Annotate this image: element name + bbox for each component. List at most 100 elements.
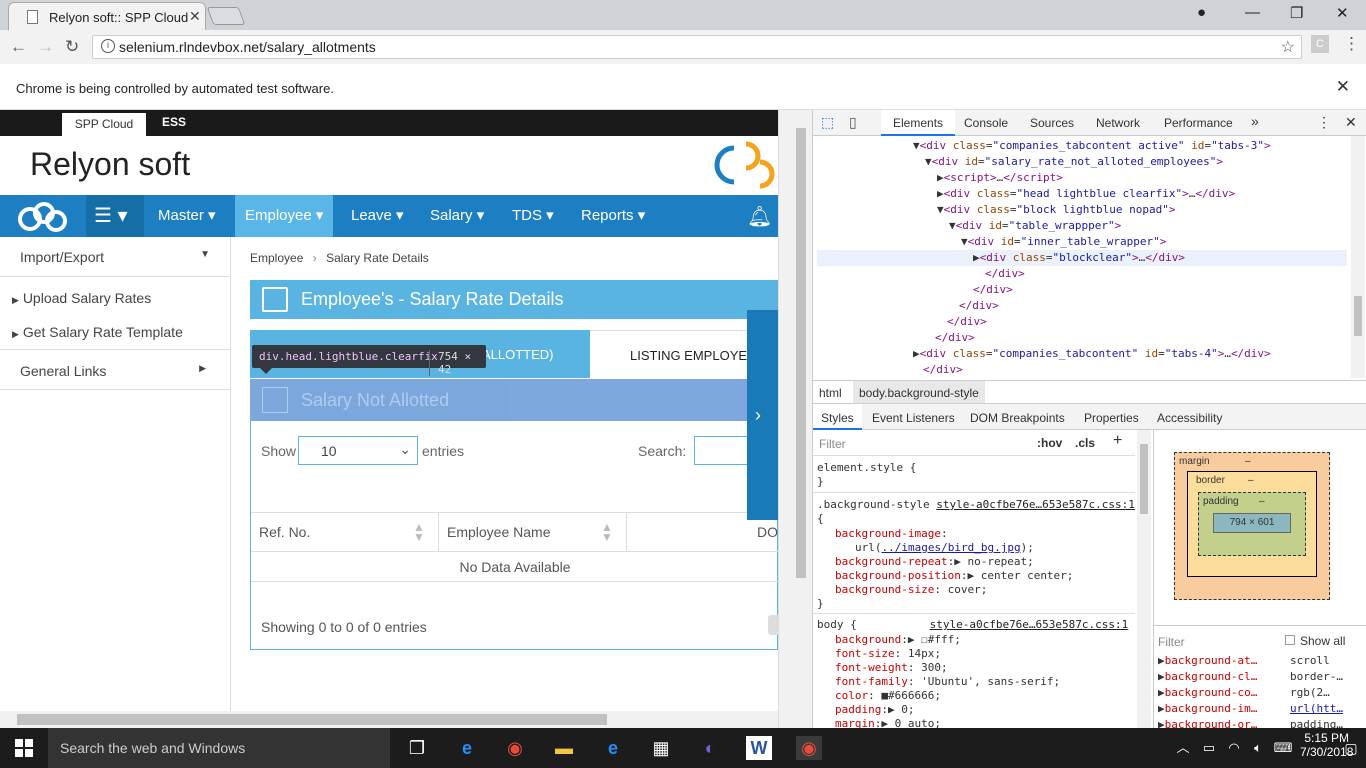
box-content[interactable]: 794 × 601 [1213,513,1291,533]
store-icon[interactable]: ▦ [648,736,674,760]
side-panel-toggle[interactable]: › [747,310,778,520]
computed-row[interactable]: ▶background-at… [1158,654,1257,668]
windows-start-icon[interactable] [15,739,33,757]
column-ref-no[interactable]: Ref. No. ▲ ▼ [251,513,439,551]
info-icon[interactable]: i [101,39,115,53]
subtab-styles[interactable]: Styles [813,404,862,430]
page-vertical-scrollbar[interactable] [778,110,812,728]
spp-cloud-tab[interactable]: SPP Cloud [62,113,146,136]
sidebar-item-get-salary-rate-template[interactable]: ▶ Get Salary Rate Template [12,324,243,340]
tree-node[interactable]: ▶<script>…</script> [937,170,1063,186]
wifi-icon[interactable]: ◠ [1221,736,1247,760]
scroll-thumb[interactable] [17,714,607,725]
hamburger-menu-icon[interactable]: ☰ ▾ [86,195,144,237]
tab-network[interactable]: Network [1096,116,1140,130]
restore-icon[interactable]: ❐ [1290,4,1303,22]
battery-icon[interactable]: ▭ [1196,736,1222,760]
scroll-thumb[interactable] [796,128,806,578]
back-arrow-icon[interactable]: ← [10,37,27,57]
more-tabs-icon[interactable]: » [1251,113,1259,129]
box-border[interactable]: border – padding – 794 × 601 [1187,471,1317,577]
file-explorer-icon[interactable]: ▬ [551,736,577,760]
edge-icon[interactable]: e [454,736,480,760]
sidebar-item-upload-salary-rates[interactable]: ▶ Upload Salary Rates [12,290,243,306]
style-decl[interactable]: font-weight: 300; [835,661,948,675]
tab-performance[interactable]: Performance [1164,116,1233,130]
taskbar-search[interactable]: Search the web and Windows [48,728,390,768]
profile-icon[interactable]: ● [1197,4,1206,21]
subtab-properties[interactable]: Properties [1084,411,1139,425]
subtab-accessibility[interactable]: Accessibility [1157,411,1222,425]
bell-icon[interactable]: 🔔︎ [747,204,772,229]
subtab-event-listeners[interactable]: Event Listeners [872,411,955,425]
computed-row[interactable]: ▶background-cl… [1158,670,1257,684]
nav-reports[interactable]: Reports ▾ [571,195,655,237]
style-decl[interactable]: url(../images/bird_bg.jpg); [855,541,1034,555]
menu-dots-icon[interactable]: ⋮ [1343,34,1360,54]
task-view-icon[interactable]: ❐ [404,736,430,760]
style-decl[interactable]: background-repeat:▶ no-repeat; [835,555,1034,569]
close-devtools-icon[interactable]: ✕ [1345,114,1357,131]
device-toggle-icon[interactable]: ▯ [849,114,857,131]
search-input[interactable] [694,436,754,465]
subtab-dom-breakpoints[interactable]: DOM Breakpoints [970,411,1065,425]
pagination-button[interactable] [768,615,778,635]
tree-node[interactable]: ▼<div class="companies_tabcontent active… [913,138,1271,154]
tree-node[interactable]: ▶<div class="companies_tabcontent" id="t… [913,346,1271,362]
sidebar-section-general-links[interactable]: General Links ▶ [20,363,210,379]
tree-scrollbar[interactable] [1351,136,1365,378]
computed-filter-input[interactable]: Filter [1158,635,1185,649]
tab-console[interactable]: Console [964,116,1008,130]
hov-toggle[interactable]: :hov [1037,436,1062,450]
column-employee-name[interactable]: Employee Name ▲ ▼ [439,513,627,551]
tab-elements[interactable]: Elements [881,110,956,136]
add-rule-icon[interactable]: + [1113,432,1122,450]
internet-explorer-icon[interactable]: e [600,736,626,760]
cloud-logo-icon[interactable] [16,201,70,233]
address-bar[interactable]: i selenium.rlndevbox.net/salary_allotmen… [92,35,1302,59]
close-infobar-icon[interactable]: ✕ [1336,77,1350,97]
breadcrumb-body[interactable]: body.background-style [853,381,985,403]
taskbar-clock[interactable]: 5:15 PM 7/30/2018 [1300,731,1353,759]
browser-tab[interactable]: Relyon soft:: SPP Cloud ✕ [8,2,206,30]
style-decl[interactable]: background-size: cover; [835,583,987,597]
tree-node-selected[interactable]: ▶<div class="blockclear">…</div> [817,250,1347,266]
sidebar-section-import-export[interactable]: Import/Export ▼ [20,249,210,265]
style-decl[interactable]: margin:▶ 0 auto; [835,717,941,728]
box-padding[interactable]: padding – 794 × 601 [1198,492,1306,556]
word-icon[interactable]: W [746,736,772,760]
show-all-checkbox[interactable] [1285,635,1295,645]
nav-employee[interactable]: Employee ▾ [235,195,334,237]
menu-dots-icon[interactable]: ⋮ [1317,114,1331,131]
show-hidden-icons-icon[interactable]: ︿ [1170,736,1196,760]
styles-filter-input[interactable]: Filter [819,437,846,451]
box-margin[interactable]: margin – border – padding – 794 × 601 [1174,452,1330,600]
inspect-element-icon[interactable]: ⬚ [821,114,834,131]
style-decl[interactable]: font-family: 'Ubuntu', sans-serif; [835,675,1060,689]
tree-node[interactable]: ▼<div id="salary_rate_not_alloted_employ… [925,154,1223,170]
breadcrumb-html[interactable]: html [819,386,842,400]
style-decl[interactable]: background-image: [835,527,948,541]
extension-icon[interactable]: C [1311,35,1329,53]
reload-icon[interactable]: ↻ [65,37,79,57]
minimize-icon[interactable]: — [1245,4,1260,21]
style-decl[interactable]: padding:▶ 0; [835,703,914,717]
nav-salary[interactable]: Salary ▾ [420,195,494,237]
computed-row[interactable]: ▶background-co… [1158,686,1257,700]
horizontal-scrollbar[interactable] [0,711,778,728]
close-tab-icon[interactable]: ✕ [189,8,201,25]
tree-node[interactable]: ▶<div class="head lightblue clearfix">…<… [937,186,1235,202]
tree-node[interactable]: ▼<div class="block lightblue nopad"> [937,202,1175,218]
chrome-icon[interactable]: ◉ [502,736,528,760]
nav-master[interactable]: Master ▾ [148,195,226,237]
nav-leave[interactable]: Leave ▾ [341,195,414,237]
input-indicator-icon[interactable]: ⌨ [1270,736,1296,760]
bookmark-star-icon[interactable]: ☆ [1281,37,1295,57]
style-decl[interactable]: background-position:▶ center center; [835,569,1073,583]
style-decl[interactable]: background:▶ ☐#fff; [835,633,961,647]
eclipse-icon[interactable]: ◐ [697,736,723,760]
style-decl[interactable]: color: ■#666666; [835,689,941,703]
style-decl[interactable]: font-size: 14px; [835,647,941,661]
ess-tab[interactable]: ESS [162,115,186,129]
tree-node[interactable]: ▼<div id="inner_table_wrapper"> [961,234,1166,250]
